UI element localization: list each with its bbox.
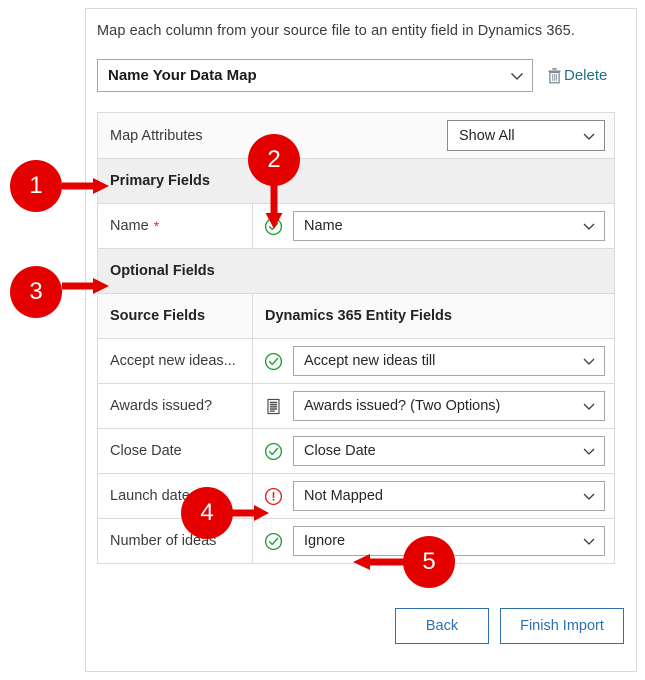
source-field-label: Close Date [110, 443, 182, 459]
map-name-row: Name Your Data Map Delete [97, 59, 625, 92]
optional-fields-label: Optional Fields [110, 263, 215, 279]
source-field-label: Name [110, 218, 149, 234]
chevron-down-icon [582, 444, 596, 458]
primary-fields-section-header: Primary Fields [98, 159, 614, 204]
callout-1-arrow [62, 176, 110, 196]
check-circle-icon [253, 442, 293, 461]
entity-field-select[interactable]: Close Date [293, 436, 605, 466]
callout-4-arrow [228, 503, 270, 523]
entity-field-value: Accept new ideas till [304, 353, 436, 369]
check-circle-icon [253, 532, 293, 551]
entity-field-value: Not Mapped [304, 488, 383, 504]
data-map-name-select[interactable]: Name Your Data Map [97, 59, 533, 92]
entity-field-value: Close Date [304, 443, 376, 459]
attribute-mapping-table: Map Attributes Show All Primary Fields N… [97, 112, 615, 564]
callout-5-arrow [352, 552, 408, 572]
mapping-cell: Name [253, 204, 614, 248]
callout-badge-5: 5 [403, 536, 455, 588]
back-button[interactable]: Back [395, 608, 489, 644]
column-header-row: Source Fields Dynamics 365 Entity Fields [98, 294, 614, 339]
primary-fields-label: Primary Fields [110, 173, 210, 189]
callout-3-arrow [62, 276, 110, 296]
source-field-label: Awards issued? [110, 398, 213, 414]
source-field-cell: Number of ideas [98, 519, 253, 563]
dialog-instruction-text: Map each column from your source file to… [97, 23, 575, 39]
entity-fields-column-header: Dynamics 365 Entity Fields [265, 308, 452, 324]
source-field-label: Launch date [110, 488, 190, 504]
chevron-down-icon [582, 399, 596, 413]
entity-field-select[interactable]: Awards issued? (Two Options) [293, 391, 605, 421]
show-all-wrapper: Show All [447, 113, 614, 158]
optional-fields-section-header: Optional Fields [98, 249, 614, 294]
mapping-cell: Accept new ideas till [253, 339, 614, 383]
entity-field-value: Awards issued? (Two Options) [304, 398, 501, 414]
show-all-value: Show All [459, 127, 515, 144]
source-field-label: Accept new ideas... [110, 353, 236, 369]
data-map-name-value: Name Your Data Map [108, 67, 257, 84]
show-all-filter-select[interactable]: Show All [447, 120, 605, 151]
callout-badge-4: 4 [181, 487, 233, 539]
entity-field-select[interactable]: Accept new ideas till [293, 346, 605, 376]
map-attributes-header-row: Map Attributes Show All [98, 113, 614, 159]
entity-field-value: Name [304, 218, 343, 234]
table-row: Awards issued? Awards issued? (Two Optio… [98, 384, 614, 429]
source-fields-column-header: Source Fields [98, 294, 253, 338]
chevron-down-icon [582, 129, 596, 143]
callout-badge-3: 3 [10, 266, 62, 318]
chevron-down-icon [582, 534, 596, 548]
table-row: Close Date Close Date [98, 429, 614, 474]
table-row: Accept new ideas... Accept new ideas til… [98, 339, 614, 384]
mapping-cell: Not Mapped [253, 474, 614, 518]
trash-icon [547, 67, 562, 84]
list-document-icon [253, 397, 293, 416]
chevron-down-icon [510, 69, 524, 83]
data-map-dialog: Map each column from your source file to… [85, 8, 637, 672]
table-row: Name * Name [98, 204, 614, 249]
callout-badge-1: 1 [10, 160, 62, 212]
source-field-cell: Close Date [98, 429, 253, 473]
dialog-body: Map each column from your source file to… [97, 21, 625, 564]
mapping-cell: Close Date [253, 429, 614, 473]
check-circle-icon [253, 352, 293, 371]
delete-data-map-button[interactable]: Delete [547, 67, 607, 84]
finish-import-button[interactable]: Finish Import [500, 608, 624, 644]
source-field-name: Name * [98, 204, 253, 248]
dialog-footer: Back Finish Import [395, 608, 624, 644]
mapping-cell: Awards issued? (Two Options) [253, 384, 614, 428]
entity-field-select[interactable]: Name [293, 211, 605, 241]
required-marker: * [153, 218, 160, 234]
source-field-cell: Awards issued? [98, 384, 253, 428]
chevron-down-icon [582, 489, 596, 503]
chevron-down-icon [582, 219, 596, 233]
chevron-down-icon [582, 354, 596, 368]
table-row: Launch date Not Mapped [98, 474, 614, 519]
source-field-cell: Accept new ideas... [98, 339, 253, 383]
entity-field-select[interactable]: Not Mapped [293, 481, 605, 511]
delete-label: Delete [564, 67, 608, 84]
callout-badge-2: 2 [248, 134, 300, 186]
